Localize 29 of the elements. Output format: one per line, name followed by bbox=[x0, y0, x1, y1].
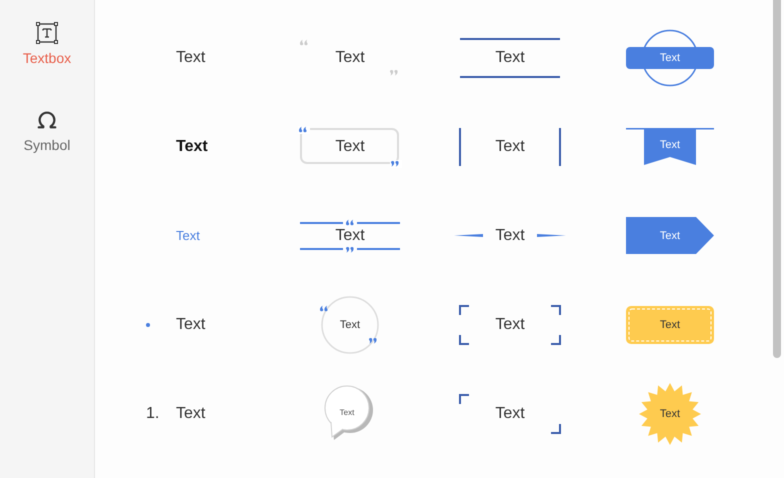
sample-text: Text bbox=[176, 48, 206, 66]
sample-text: Text bbox=[335, 48, 365, 66]
sample-text: Text bbox=[495, 138, 525, 156]
sample-text: Text bbox=[495, 48, 525, 66]
textbox-icon bbox=[36, 22, 58, 44]
quote-circle-drawing bbox=[319, 294, 381, 356]
sample-text: Text bbox=[660, 52, 680, 64]
sample-text: Text bbox=[176, 404, 206, 422]
sample-text: Text bbox=[340, 408, 354, 416]
bullet-icon bbox=[146, 322, 150, 326]
omega-icon bbox=[36, 109, 58, 131]
sample-text: Text bbox=[660, 318, 680, 330]
sample-text: Text bbox=[660, 230, 680, 242]
sample-text: Text bbox=[176, 138, 208, 156]
sample-text: Text bbox=[495, 226, 525, 244]
sample-text: Text bbox=[335, 138, 365, 156]
sample-text: Text bbox=[176, 316, 206, 334]
sidebar-tab[interactable]: Symbol bbox=[7, 109, 87, 176]
sample-text: Text bbox=[340, 318, 360, 330]
sample-text: Text bbox=[335, 226, 365, 244]
sample-text: Text bbox=[660, 408, 680, 420]
scrollbar[interactable] bbox=[773, 0, 781, 358]
sidebar-tab[interactable]: Textbox bbox=[7, 22, 87, 89]
list-number: 1. bbox=[146, 404, 160, 422]
sample-text: Text bbox=[660, 138, 680, 150]
sample-text: Text bbox=[495, 404, 525, 422]
sample-text: Text bbox=[176, 228, 200, 243]
starburst-drawing bbox=[638, 382, 702, 446]
sample-text: Text bbox=[495, 316, 525, 334]
